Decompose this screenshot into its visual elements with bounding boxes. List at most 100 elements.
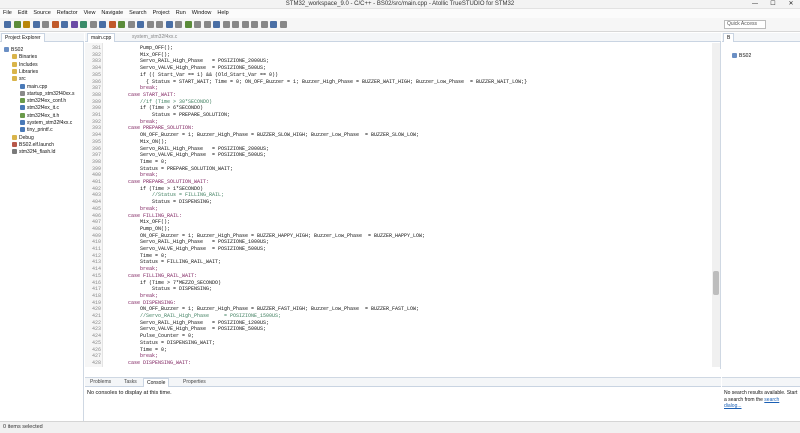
tab-tasks[interactable]: Tasks [121,378,140,387]
code-line[interactable]: Servo_RAIL_High_Phase = POSIZIONE_1000US… [104,239,269,246]
code-line[interactable]: break; [104,293,158,300]
code-line[interactable]: //Status = FILLING_RAIL; [104,192,224,199]
tree-item[interactable]: Libraries [12,68,38,76]
code-line[interactable]: case FILLING_RAIL_WAIT: [104,273,197,280]
toolbar-button[interactable] [203,21,211,28]
tree-item[interactable]: BS02 [4,47,23,54]
toolbar-button[interactable] [279,21,287,28]
code-line[interactable]: Pulse_Counter = 0; [104,333,194,340]
code-line[interactable]: break; [104,119,158,126]
toolbar-button[interactable] [251,21,258,28]
tree-item[interactable]: startup_stm32f40xx.s [20,90,75,98]
menu-navigate[interactable]: Navigate [98,9,126,18]
code-line[interactable]: Pump_ON(); [104,226,170,233]
menu-source[interactable]: Source [30,9,53,18]
toolbar-button[interactable] [32,21,40,28]
code-line[interactable]: break; [104,353,158,360]
menu-help[interactable]: Help [214,9,231,18]
toolbar-button[interactable] [194,21,201,28]
tree-item[interactable]: Includes [12,61,38,69]
toolbar-button[interactable] [61,21,68,28]
toolbar-button[interactable] [118,21,125,28]
toolbar-button[interactable] [108,21,116,28]
toolbar-button[interactable] [80,21,87,28]
code-line[interactable]: case PREPARE_SOLUTION: [104,125,194,132]
outline-item-bs02[interactable]: BS02 [732,53,751,60]
toolbar-button[interactable] [222,21,230,28]
code-line[interactable]: case FILLING_RAIL: [104,213,182,220]
code-line[interactable]: ON_OFF_Buzzer = 1; Buzzer_High_Phase = B… [104,306,419,313]
editor-scrollbar[interactable] [712,43,720,367]
tab-problems[interactable]: Problems [87,378,114,387]
toolbar-button[interactable] [127,21,135,28]
tab-main-cpp[interactable]: main.cpp [87,33,116,42]
code-line[interactable]: break; [104,172,158,179]
code-line[interactable]: case START_WAIT: [104,92,176,99]
toolbar-button[interactable] [175,21,182,28]
code-line[interactable]: Servo_VALVE_High_Phase = POSIZIONE_500US… [104,326,266,333]
tree-item[interactable]: stm32f4xx_conf.h [20,98,66,105]
code-line[interactable]: Servo_VALVE_High_Phase = POSIZIONE_500US… [104,65,266,72]
code-line[interactable]: if (Time > 7*MEZZO_SECONDO) [104,280,221,287]
code-line[interactable]: Mix_OFF(); [104,52,170,59]
code-line[interactable]: Status = FILLING_RAIL_WAIT; [104,259,221,266]
minimize-button[interactable]: — [746,0,764,9]
toolbar-button[interactable] [4,21,11,28]
code-line[interactable]: Status = DISPENSING; [104,286,212,293]
code-line[interactable]: Status = PREPARE_SOLUTION_WAIT; [104,166,233,173]
code-line[interactable]: Servo_VALVE_High_Phase = POSIZIONE_500US… [104,246,266,253]
menu-edit[interactable]: Edit [15,9,30,18]
menu-window[interactable]: Window [189,9,215,18]
code-line[interactable]: Time = 0; [104,159,167,166]
code-line[interactable]: { Status = START_WAIT; Time = 0; ON_OFF_… [104,79,527,86]
toolbar-button[interactable] [146,21,154,28]
tree-item[interactable]: stm32f4_flash.ld [12,149,55,156]
code-line[interactable]: Status = DISPENSING; [104,199,212,206]
code-line[interactable]: Status = PREPARE_SOLUTION; [104,112,230,119]
menu-view[interactable]: View [81,9,99,18]
code-line[interactable]: if (Time > 1*SECONDO) [104,186,203,193]
tree-item[interactable]: Binaries [12,54,37,61]
menu-run[interactable]: Run [173,9,189,18]
toolbar-button[interactable] [241,21,249,28]
toolbar-button[interactable] [232,21,239,28]
code-line[interactable]: ON_OFF_Buzzer = 1; Buzzer_High_Phase = B… [104,233,425,240]
code-line[interactable]: Time = 0; [104,253,167,260]
code-line[interactable]: break; [104,206,158,213]
code-line[interactable]: ON_OFF_Buzzer = 1; Buzzer_High_Phase = B… [104,132,419,139]
code-line[interactable]: case DISPENSING: [104,300,176,307]
menu-search[interactable]: Search [126,9,149,18]
toolbar-button[interactable] [89,21,97,28]
code-line[interactable]: break; [104,266,158,273]
maximize-button[interactable]: ☐ [764,0,782,9]
toolbar-button[interactable] [213,21,220,28]
code-line[interactable]: Status = DISPENSING_WAIT; [104,340,215,347]
tree-item[interactable]: stm32f4xx_it.c [20,105,59,112]
toolbar-button[interactable] [13,21,21,28]
code-line[interactable]: //if (Time > 30*SECONDO) [104,99,212,106]
menu-file[interactable]: File [0,9,15,18]
tab-outline[interactable]: B [723,33,735,42]
menu-refactor[interactable]: Refactor [54,9,81,18]
tree-item[interactable]: src [12,76,26,83]
tree-item[interactable]: system_stm32f4xx.c [20,120,72,127]
toolbar-button[interactable] [23,21,30,28]
code-line[interactable]: case DISPENSING_WAIT: [104,360,191,367]
tab-console[interactable]: Console [143,378,170,387]
tree-item[interactable]: Debug [12,134,34,142]
code-line[interactable]: Mix_ON(); [104,139,167,146]
toolbar-button[interactable] [156,21,163,28]
toolbar-button[interactable] [70,21,78,28]
tree-item[interactable]: tiny_printf.c [20,127,53,134]
code-line[interactable]: if (Time > 6*SECONDO) [104,105,203,112]
toolbar-button[interactable] [99,21,106,28]
code-line[interactable]: case PREPARE_SOLUTION_WAIT: [104,179,209,186]
tab-project-explorer[interactable]: Project Explorer [1,33,45,42]
quick-access-input[interactable]: Quick Access [724,20,766,29]
tree-item[interactable]: stm32f4xx_it.h [20,112,59,120]
code-line[interactable]: Servo_VALVE_High_Phase = POSIZIONE_500US… [104,152,266,159]
code-line[interactable]: Pump_OFF(); [104,45,173,52]
close-button[interactable]: ✕ [782,0,800,9]
tab-system-stm32[interactable]: system_stm32f4xx.c [129,33,180,42]
toolbar-button[interactable] [270,21,277,28]
